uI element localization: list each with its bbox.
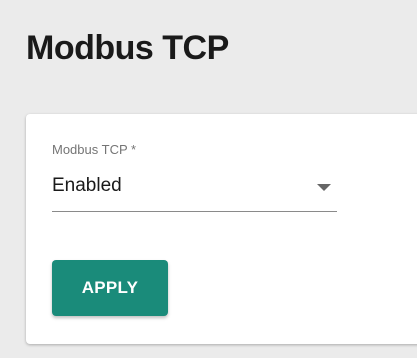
modbus-tcp-select-value: Enabled	[52, 175, 122, 196]
page-title: Modbus TCP	[26, 29, 229, 67]
settings-card: Modbus TCP * Enabled APPLY	[26, 114, 417, 344]
chevron-down-icon[interactable]	[317, 184, 331, 191]
modbus-tcp-select[interactable]: Modbus TCP * Enabled	[52, 142, 337, 214]
select-underline	[52, 211, 337, 212]
apply-button[interactable]: APPLY	[52, 260, 168, 316]
modbus-tcp-select-label: Modbus TCP *	[52, 142, 137, 157]
